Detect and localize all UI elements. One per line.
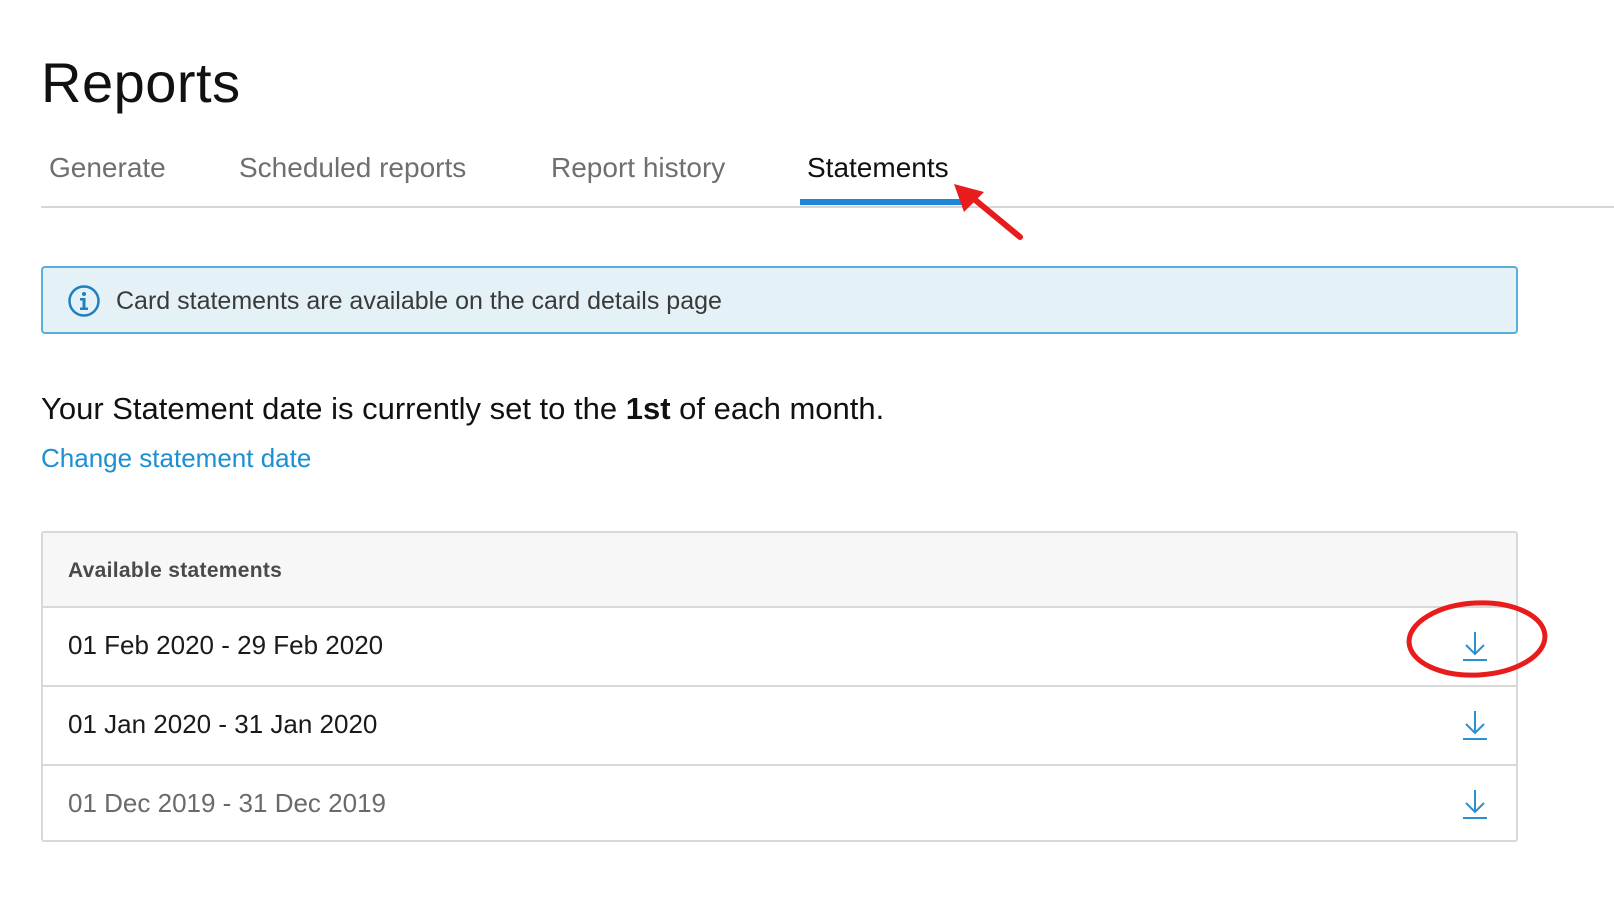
statement-date-message: Your Statement date is currently set to … xyxy=(41,391,884,427)
download-icon[interactable] xyxy=(1460,708,1490,742)
info-banner: Card statements are available on the car… xyxy=(41,266,1518,334)
statement-period: 01 Jan 2020 - 31 Jan 2020 xyxy=(68,709,378,739)
table-row: 01 Feb 2020 - 29 Feb 2020 xyxy=(43,608,1516,687)
table-header: Available statements xyxy=(43,533,1516,608)
tab-report-history[interactable]: Report history xyxy=(551,152,725,184)
table-header-label: Available statements xyxy=(68,559,283,582)
statement-day: 1st xyxy=(625,391,671,426)
annotation-arrow-icon xyxy=(954,184,1023,240)
statement-date-prefix: Your Statement date is currently set to … xyxy=(41,391,626,426)
table-row: 01 Jan 2020 - 31 Jan 2020 xyxy=(43,687,1516,766)
active-tab-indicator xyxy=(800,199,967,205)
change-statement-date-link[interactable]: Change statement date xyxy=(41,443,311,474)
statement-date-suffix: of each month. xyxy=(670,391,885,426)
statement-period: 01 Dec 2019 - 31 Dec 2019 xyxy=(68,788,386,818)
table-row: 01 Dec 2019 - 31 Dec 2019 xyxy=(43,766,1516,840)
statement-period: 01 Feb 2020 - 29 Feb 2020 xyxy=(68,630,384,660)
download-icon[interactable] xyxy=(1460,787,1490,821)
tab-bar: Generate Scheduled reports Report histor… xyxy=(41,150,1614,208)
info-icon xyxy=(68,285,100,317)
statements-table: Available statements 01 Feb 2020 - 29 Fe… xyxy=(41,531,1518,842)
info-banner-text: Card statements are available on the car… xyxy=(116,287,722,315)
tab-scheduled-reports[interactable]: Scheduled reports xyxy=(239,152,466,184)
annotation-circle-icon xyxy=(1406,600,1548,678)
tab-statements[interactable]: Statements xyxy=(807,152,949,184)
page-title: Reports xyxy=(41,51,241,114)
tab-generate[interactable]: Generate xyxy=(49,152,166,184)
